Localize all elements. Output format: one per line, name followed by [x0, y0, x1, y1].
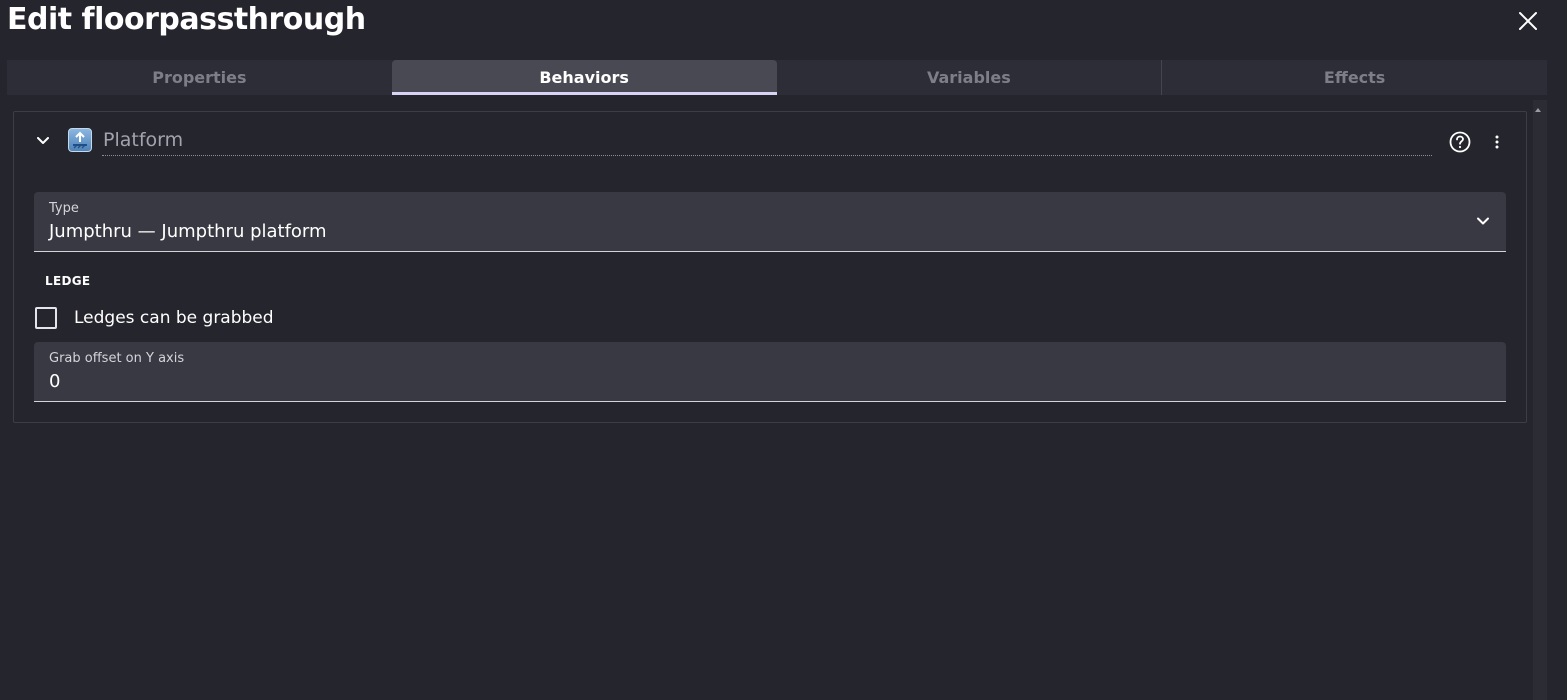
type-select-value: Jumpthru — Jumpthru platform	[49, 221, 327, 242]
type-select-label: Type	[49, 201, 79, 216]
close-icon	[1519, 12, 1537, 30]
collapse-behavior-button[interactable]	[34, 132, 52, 150]
platform-behavior-icon	[68, 128, 92, 152]
type-select[interactable]: Type Jumpthru — Jumpthru platform	[34, 192, 1506, 252]
help-button[interactable]	[1449, 131, 1471, 153]
scroll-up-arrow-icon[interactable]	[1535, 108, 1541, 112]
section-title-ledge: LEDGE	[45, 274, 91, 288]
chevron-down-icon	[37, 137, 49, 144]
edit-object-dialog: Edit floorpassthrough Properties Behavio…	[0, 0, 1567, 700]
tab-effects[interactable]: Effects	[1161, 60, 1547, 95]
grab-offset-input[interactable]: Grab offset on Y axis 0	[34, 342, 1506, 402]
grab-offset-value: 0	[49, 371, 61, 392]
tab-behaviors[interactable]: Behaviors	[391, 60, 777, 95]
grab-offset-label: Grab offset on Y axis	[49, 351, 185, 366]
close-button[interactable]	[1513, 6, 1543, 36]
dialog-title: Edit floorpassthrough	[7, 2, 366, 37]
chevron-down-icon	[1477, 217, 1489, 225]
more-options-button[interactable]	[1489, 131, 1505, 153]
ledge-grab-checkbox-label: Ledges can be grabbed	[74, 308, 274, 328]
vertical-scrollbar[interactable]	[1533, 100, 1547, 700]
help-icon	[1449, 131, 1471, 153]
tab-variables[interactable]: Variables	[777, 60, 1162, 95]
behavior-card-platform: Platform Type Jumpthru — Jumpthru platfo…	[13, 111, 1527, 423]
tab-properties[interactable]: Properties	[7, 60, 392, 95]
tab-bar: Properties Behaviors Variables Effects	[7, 60, 1547, 95]
more-vertical-icon	[1495, 135, 1499, 149]
behavior-name-field[interactable]: Platform	[102, 126, 1432, 156]
ledge-grab-checkbox[interactable]	[35, 307, 57, 329]
ledge-grab-checkbox-row[interactable]: Ledges can be grabbed	[35, 304, 274, 332]
